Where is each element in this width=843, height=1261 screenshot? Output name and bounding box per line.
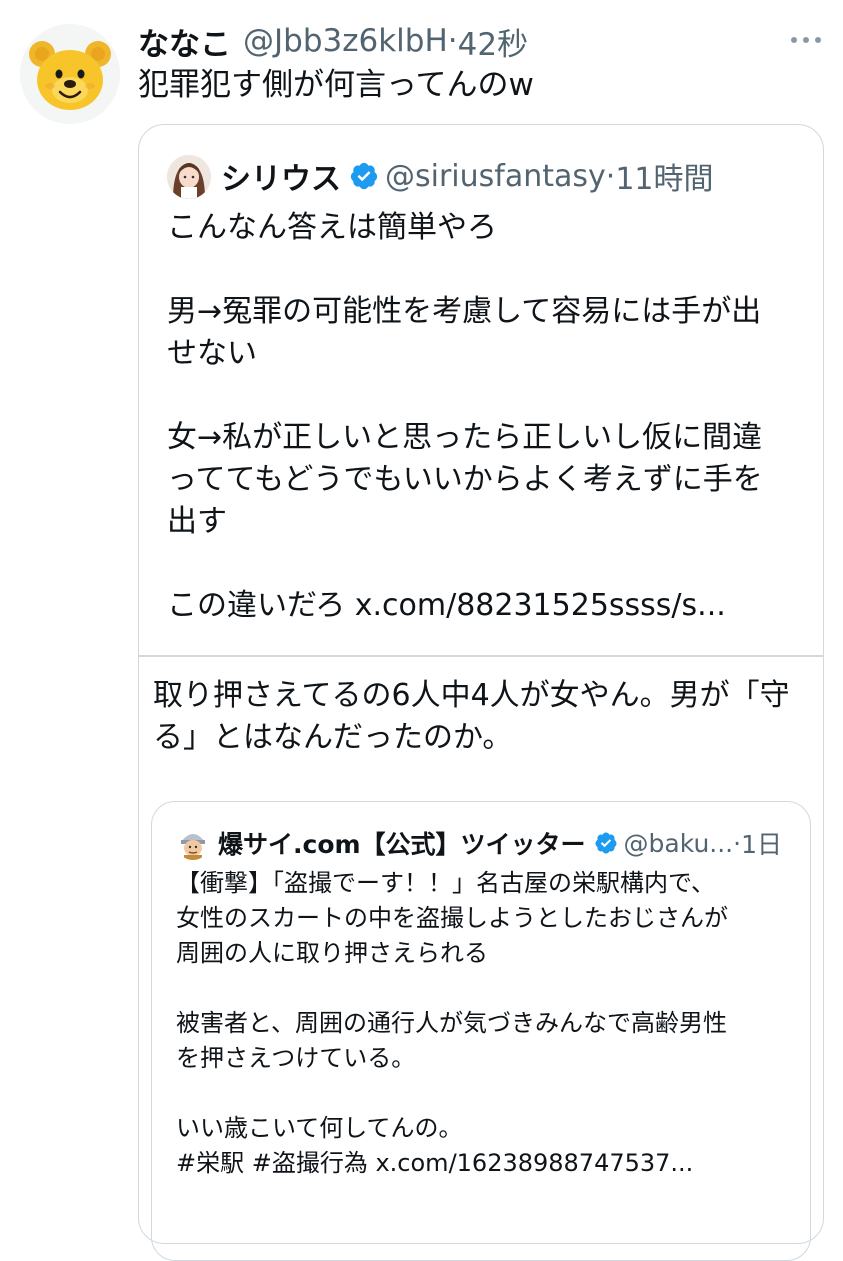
nested-line: いい歳こいて何してんの。 — [176, 1114, 463, 1142]
reply-line: 取り押さえてるの6人中4人が女やん。男が「守 — [153, 678, 790, 713]
quote-line: こんなん答えは簡単やろ — [167, 210, 497, 245]
quote-avatar[interactable] — [167, 155, 211, 199]
quote-display-name[interactable]: シリウス — [221, 154, 341, 198]
quote-header: シリウス @siriusfantasy · 11時間 — [221, 151, 714, 201]
helmet-mascot-icon — [176, 826, 210, 860]
display-name[interactable]: ななこ — [138, 19, 231, 64]
quote-line: 女→私が正しいと思ったら正しいし仮に間違 — [167, 420, 763, 455]
nested-quote-text: 【衝撃】「盗撮でーす！！」名古屋の栄駅構内で、 女性のスカートの中を盗撮しようと… — [176, 866, 728, 1181]
tweet: ななこ @Jbb3z6klbH · 42秒 犯罪犯す側が何言ってんのw シリウス… — [0, 0, 843, 1261]
nested-timestamp[interactable]: 1日 — [741, 825, 782, 861]
nested-line: 周囲の人に取り押さえられる — [176, 939, 488, 967]
anime-girl-avatar-icon — [167, 155, 211, 199]
nested-handle[interactable]: @baku... — [624, 829, 734, 858]
quote-line: っててもどうでもいいからよく考えずに手を — [167, 462, 763, 497]
quote-line: 出す — [167, 504, 227, 539]
tweet-header: ななこ @Jbb3z6klbH · 42秒 — [138, 14, 528, 68]
verified-badge-icon — [349, 161, 379, 191]
quote-separator-dot: · — [605, 158, 616, 194]
tweet-text: 犯罪犯す側が何言ってんのw — [138, 67, 534, 103]
nested-line: を押さえつけている。 — [176, 1044, 416, 1072]
nested-quote-header: 爆サイ.com【公式】ツイッター @baku... · 1日 — [218, 820, 782, 866]
separator-dot: · — [447, 23, 458, 59]
timestamp[interactable]: 42秒 — [458, 19, 528, 64]
nested-hashtag-line[interactable]: #栄駅 #盗撮行為 x.com/16238988747537... — [176, 1146, 728, 1181]
nested-display-name[interactable]: 爆サイ.com【公式】ツイッター — [218, 825, 586, 861]
quote-timestamp[interactable]: 11時間 — [615, 154, 713, 198]
quote-text: こんなん答えは簡単やろ 男→冤罪の可能性を考慮して容易には手が出 せない 女→私… — [167, 207, 807, 627]
verified-badge-icon — [594, 831, 618, 855]
nested-line: 被害者と、周囲の通行人が気づきみんなで高齢男性 — [176, 1009, 728, 1037]
bear-face-icon — [20, 24, 120, 124]
user-handle[interactable]: @Jbb3z6klbH — [243, 23, 448, 59]
more-dots-icon — [791, 37, 821, 43]
nested-line: 【衝撃】「盗撮でーす！！」名古屋の栄駅構内で、 — [176, 869, 716, 897]
quote-tweet-card[interactable]: シリウス @siriusfantasy · 11時間 こんなん答えは簡単やろ 男… — [138, 124, 824, 1261]
reply-line: る」とはなんだったのか。 — [153, 720, 513, 755]
more-options-button[interactable] — [788, 26, 824, 54]
nested-separator-dot: · — [733, 828, 742, 858]
quote-line: 男→冤罪の可能性を考慮して容易には手が出 — [167, 294, 762, 329]
quote-handle[interactable]: @siriusfantasy — [385, 159, 606, 194]
nested-quote-avatar[interactable] — [176, 826, 210, 860]
quote-link-line[interactable]: この違いだろ x.com/88231525ssss/s... — [167, 585, 807, 627]
quote-divider — [139, 655, 823, 657]
nested-line: 女性のスカートの中を盗撮しようとしたおじさんが — [176, 904, 728, 932]
quote-line: せない — [167, 336, 257, 371]
quote-reply-text: 取り押さえてるの6人中4人が女やん。男が「守 る」とはなんだったのか。 — [153, 675, 790, 759]
nested-quote-card[interactable]: 爆サイ.com【公式】ツイッター @baku... · 1日 【衝撃】「盗撮でー… — [151, 801, 811, 1261]
user-avatar[interactable] — [20, 24, 120, 124]
